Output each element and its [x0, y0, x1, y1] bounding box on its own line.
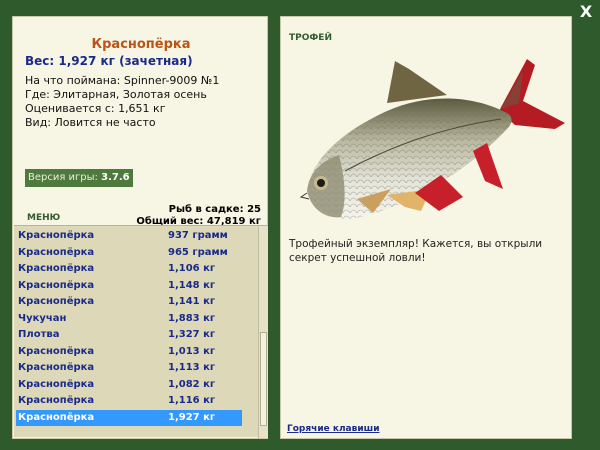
fish-name: Краснопёрка — [18, 296, 95, 307]
catch-list-item[interactable]: Краснопёрка 1,116 кг — [16, 393, 242, 409]
catch-list-item[interactable]: Краснопёрка 1,927 кг — [16, 409, 242, 426]
scrollbar-thumb[interactable] — [260, 332, 267, 426]
menu-button[interactable]: МЕНЮ — [27, 213, 60, 223]
fish-weight-value: 1,327 кг — [168, 329, 216, 340]
catch-list-item[interactable]: Краснопёрка 1,082 кг — [16, 377, 242, 393]
catch-list-item[interactable]: Краснопёрка 937 грамм — [16, 228, 242, 244]
fish-weight-value: 1,106 кг — [168, 263, 216, 274]
trophy-panel: ТРОФЕЙ Трофейный экземпляр! Кажется, вы … — [280, 16, 572, 439]
catch-list-item[interactable]: Краснопёрка 1,148 кг — [16, 278, 242, 294]
catch-list[interactable]: Краснопёрка 937 грамм Краснопёрка 965 грамм… — [14, 225, 268, 438]
fish-weight-value: 1,082 кг — [168, 378, 216, 390]
catch-list-item[interactable]: Краснопёрка 1,013 кг — [16, 344, 242, 360]
catch-list-item[interactable]: Краснопёрка 1,113 кг — [16, 360, 242, 376]
catch-list-item[interactable]: Краснопёрка 1,106 кг — [16, 261, 242, 277]
version-badge: Версия игры: 3.7.6 — [25, 169, 133, 187]
fish-count: Рыб в садке: 25 — [168, 204, 261, 215]
catch-list-item[interactable]: Чукучан 1,883 кг — [16, 311, 242, 327]
fish-name: Краснопёрка — [18, 345, 95, 357]
fish-name: Краснопёрка — [18, 411, 95, 423]
fish-weight-value: 1,116 кг — [168, 395, 216, 406]
fish-name: Краснопёрка — [18, 279, 95, 291]
fish-name-title: Краснопёрка — [91, 37, 191, 52]
fish-name: Краснопёрка — [18, 230, 95, 241]
fish-weight-value: 965 грамм — [168, 246, 228, 258]
fish-weight-value: 1,148 кг — [168, 279, 216, 291]
fish-name: Чукучан — [18, 312, 67, 324]
close-button[interactable]: X — [577, 3, 595, 21]
fish-name: Краснопёрка — [18, 395, 95, 406]
fish-weight-value: 1,927 кг — [168, 411, 216, 423]
valued-from-text: Оценивается с: 1,651 кг — [25, 102, 166, 115]
version-value: 3.7.6 — [101, 172, 130, 183]
caught-with-text: На что поймана: Spinner-9009 №1 — [25, 74, 220, 87]
catch-list-item[interactable]: Краснопёрка 965 грамм — [16, 245, 242, 261]
fish-name: Краснопёрка — [18, 263, 95, 274]
rudd-fish-image — [299, 59, 565, 219]
trophy-description: Трофейный экземпляр! Кажется, вы открыли… — [289, 238, 543, 264]
fish-weight-value: 1,013 кг — [168, 345, 216, 357]
list-scrollbar[interactable] — [258, 226, 268, 438]
fish-weight-value: 1,883 кг — [168, 312, 216, 324]
fish-weight: Вес: 1,927 кг (зачетная) — [25, 54, 193, 68]
version-label: Версия игры: — [28, 172, 98, 183]
fish-name: Плотва — [18, 329, 60, 340]
fish-weight-value: 1,113 кг — [168, 362, 216, 373]
kind-text: Вид: Ловится не часто — [25, 116, 156, 129]
fish-weight-value: 1,141 кг — [168, 296, 216, 307]
hotkeys-link[interactable]: Горячие клавиши — [287, 424, 380, 434]
catch-list-item[interactable]: Плотва 1,327 кг — [16, 327, 242, 343]
fish-name: Краснопёрка — [18, 378, 95, 390]
location-text: Где: Элитарная, Золотая осень — [25, 88, 207, 101]
fish-name: Краснопёрка — [18, 246, 95, 258]
catch-list-item[interactable]: Краснопёрка 1,141 кг — [16, 294, 242, 310]
fish-weight-value: 937 грамм — [168, 230, 228, 241]
fish-name: Краснопёрка — [18, 362, 95, 373]
